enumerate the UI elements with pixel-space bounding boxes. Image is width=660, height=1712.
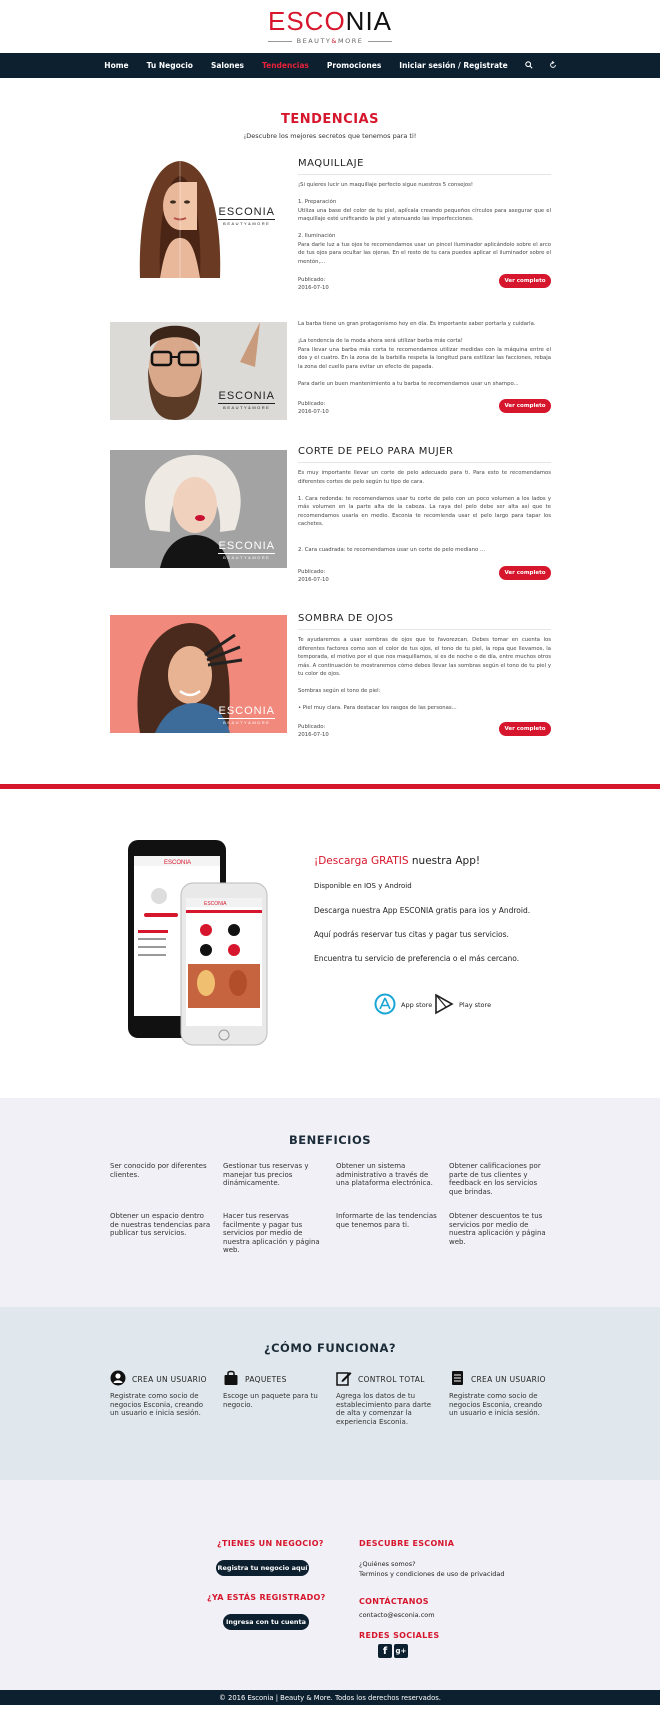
section-title: ¿CÓMO FUNCIONA? — [263, 1341, 397, 1355]
app-heading: ¡Descarga GRATIS nuestra App! — [314, 855, 481, 867]
app-line: Aquí podrás reservar tus citas y pagar t… — [314, 930, 509, 939]
benefit-item: Obtener un sistema administrativo a trav… — [336, 1162, 433, 1187]
site-footer — [0, 1480, 660, 1705]
bag-icon — [223, 1370, 239, 1388]
nav-tu-negocio[interactable]: Tu Negocio — [138, 61, 202, 70]
article-date: Publicado: 2016-07-10 — [298, 401, 329, 415]
phones-illustration: ESCONIA ESCONIA — [126, 838, 271, 1048]
register-business-button[interactable]: Registra tu negocio aquí — [216, 1560, 309, 1576]
about-link[interactable]: ¿Quiénes somos? — [359, 1560, 416, 1569]
read-more-button[interactable]: Ver completo — [499, 399, 551, 413]
terms-link[interactable]: Terminos y condiciones de uso de privaci… — [359, 1570, 505, 1579]
article-title[interactable]: MAQUILLAJE — [298, 158, 551, 175]
search-icon[interactable] — [517, 60, 541, 71]
read-more-button[interactable]: Ver completo — [499, 274, 551, 288]
read-more-button[interactable]: Ver completo — [499, 566, 551, 580]
register-icon — [449, 1370, 465, 1388]
article-excerpt: ¡Si quieres lucir un maquillaje perfecto… — [298, 182, 551, 265]
nav-home[interactable]: Home — [95, 61, 137, 70]
beneficios-section: BENEFICIOS Ser conocido por diferentes c… — [0, 1098, 660, 1307]
step-heading: CONTROL TOTAL — [336, 1370, 425, 1388]
contact-email[interactable]: contacto@esconia.com — [359, 1611, 435, 1620]
article-excerpt: Te ayudaremos a usar sombras de ojos que… — [298, 637, 551, 711]
article-image-makeup[interactable]: ESCONIA BEAUTY&MORE — [110, 158, 287, 278]
svg-text:ESCONIA: ESCONIA — [204, 901, 227, 907]
article-date: Publicado: 2016-07-10 — [298, 277, 329, 291]
step-text: Registrate como socio de negocios Esconi… — [449, 1392, 543, 1417]
read-more-button[interactable]: Ver completo — [499, 722, 551, 736]
nav-salones[interactable]: Salones — [202, 61, 253, 70]
copyright: © 2016 Esconia | Beauty & More. Todos lo… — [0, 1690, 660, 1705]
login-button[interactable]: Ingresa con tu cuenta — [223, 1614, 309, 1630]
article-date: Publicado: 2016-07-10 — [298, 569, 329, 583]
footer-discover-title: DESCUBRE ESCONIA — [359, 1539, 455, 1548]
benefit-item: Hacer tus reservas facilmente y pagar tu… — [223, 1212, 320, 1254]
footer-social-title: REDES SOCIALES — [359, 1631, 440, 1640]
benefit-item: Informarte de las tendencias que tenemos… — [336, 1212, 437, 1229]
benefit-item: Obtener descuentos te tus servicios por … — [449, 1212, 546, 1246]
article-date: Publicado: 2016-07-10 — [298, 724, 329, 738]
benefit-item: Gestionar tus reservas y manejar tus pre… — [223, 1162, 309, 1187]
app-store-icon — [374, 993, 396, 1017]
article-excerpt: Es muy importante llevar un corte de pel… — [298, 470, 551, 553]
step-heading: CREA UN USUARIO — [449, 1370, 546, 1388]
article-title[interactable]: SOMBRA DE OJOS — [298, 613, 551, 630]
play-store-link[interactable]: Play store — [434, 993, 491, 1017]
footer-business-title: ¿TIENES UN NEGOCIO? — [217, 1539, 324, 1548]
article-title[interactable]: CORTE DE PELO PARA MUJER — [298, 446, 551, 463]
step-text: Agrega los datos de tu establecimiento p… — [336, 1392, 432, 1426]
footer-contact-title: CONTÁCTANOS — [359, 1597, 429, 1606]
image-watermark-logo: ESCONIA BEAUTY&MORE — [218, 540, 275, 560]
page-title: TENDENCIAS — [281, 112, 379, 127]
edit-icon — [336, 1370, 352, 1388]
step-heading: PAQUETES — [223, 1370, 287, 1388]
article-image-beard[interactable]: ESCONIA BEAUTY&MORE — [110, 322, 287, 420]
app-store-link[interactable]: App store — [374, 993, 432, 1017]
app-availability: Disponible en IOS y Android — [314, 882, 412, 890]
como-funciona-section: ¿CÓMO FUNCIONA? CREA UN USUARIO PAQUETES… — [0, 1307, 660, 1480]
tendencias-section: TENDENCIAS ¡Descubre los mejores secreto… — [0, 78, 660, 140]
article-image-haircut[interactable]: ESCONIA BEAUTY&MORE — [110, 450, 287, 568]
logo-tagline: BEAUTY&MORE — [267, 37, 393, 45]
nav-tendencias[interactable]: Tendencias — [253, 61, 318, 70]
footer-registered-title: ¿YA ESTÁS REGISTRADO? — [207, 1593, 326, 1602]
image-watermark-logo: ESCONIA BEAUTY&MORE — [218, 705, 275, 725]
play-store-icon — [434, 993, 454, 1017]
section-title: BENEFICIOS — [288, 1133, 371, 1147]
page-subtitle: ¡Descubre los mejores secretos que tenem… — [243, 132, 417, 140]
benefit-item: Obtener calificaciones por parte de tus … — [449, 1162, 541, 1196]
main-nav: Home Tu Negocio Salones Tendencias Promo… — [0, 53, 660, 78]
step-text: Escoge un paquete para tu negocio. — [223, 1392, 318, 1409]
refresh-icon[interactable] — [541, 60, 565, 71]
section-divider — [0, 784, 660, 789]
step-heading: CREA UN USUARIO — [110, 1370, 207, 1388]
nav-promociones[interactable]: Promociones — [318, 61, 390, 70]
user-icon — [110, 1370, 126, 1388]
article-excerpt: La barba tiene un gran protagonismo hoy … — [298, 321, 551, 387]
facebook-icon[interactable]: f — [378, 1644, 392, 1658]
app-line: Encuentra tu servicio de preferencia o e… — [314, 954, 520, 963]
benefit-item: Obtener un espacio dentro de nuestras te… — [110, 1212, 211, 1237]
image-watermark-logo: ESCONIA BEAUTY&MORE — [218, 206, 275, 226]
benefit-item: Ser conocido por diferentes clientes. — [110, 1162, 207, 1179]
nav-login[interactable]: Iniciar sesión / Registrate — [390, 61, 516, 70]
google-plus-icon[interactable]: g+ — [394, 1644, 408, 1658]
page-bottom-margin — [0, 1705, 660, 1712]
logo[interactable]: ESCONIA — [268, 8, 392, 34]
article-image-eyeshadow[interactable]: ESCONIA BEAUTY&MORE — [110, 615, 287, 733]
step-text: Registrate como socio de negocios Esconi… — [110, 1392, 204, 1417]
app-line: Descarga nuestra App ESCONIA gratis para… — [314, 906, 531, 915]
site-header: ESCONIA BEAUTY&MORE — [0, 0, 660, 53]
svg-text:ESCONIA: ESCONIA — [164, 860, 191, 866]
image-watermark-logo: ESCONIA BEAUTY&MORE — [218, 390, 275, 410]
